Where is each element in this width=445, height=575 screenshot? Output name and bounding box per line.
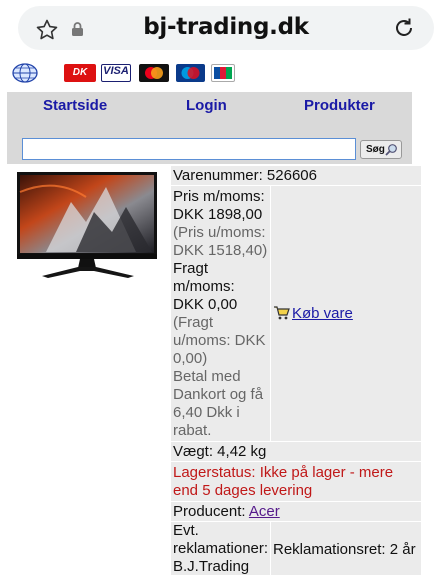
claims-label: Evt. reklamationer: B.J.Trading (170, 521, 271, 575)
visa-logo: VISA (101, 64, 131, 82)
stock-status: Lagerstatus: Ikke på lager - mere end 5 … (170, 461, 422, 502)
weight: Vægt: 4,42 kg (170, 441, 422, 462)
price-value: DKK 1898,00 (173, 206, 263, 223)
company-globe-logo (12, 63, 38, 83)
price-ex-vat: (Pris u/moms: DKK 1518,40) (173, 224, 268, 259)
buy-cell: Køb vare (270, 185, 422, 442)
nav-home-link[interactable]: Startside (43, 97, 107, 114)
table-row: Producent: Acer (170, 501, 422, 522)
dankort-discount-note: Betal med Dankort og få 6,40 Dkk i rabat… (173, 368, 264, 439)
table-row: Varenummer: 526606 (170, 165, 422, 186)
nav-products-link[interactable]: Produkter (304, 97, 375, 114)
table-row: Lagerstatus: Ikke på lager - mere end 5 … (170, 461, 422, 502)
shopping-cart-icon (274, 305, 290, 319)
table-row: Vægt: 4,42 kg (170, 441, 422, 462)
nav-login-link[interactable]: Login (186, 97, 227, 114)
price-label: Pris m/moms: (173, 188, 265, 205)
url-text: bj-trading.dk (143, 14, 309, 40)
producer-label: Producent: (173, 502, 246, 520)
claims-value: Reklamationsret: 2 år (270, 521, 422, 575)
producer-link[interactable]: Acer (249, 503, 280, 520)
search-icon (385, 144, 397, 156)
price-cell: Pris m/moms: DKK 1898,00 (Pris u/moms: D… (170, 185, 271, 442)
item-number: Varenummer: 526606 (170, 165, 422, 186)
shipping-ex-vat: (Fragt u/moms: DKK 0,00) (173, 314, 266, 367)
browser-address-bar[interactable]: bj-trading.dk (18, 6, 434, 50)
mastercard-logo (139, 64, 169, 82)
maestro-logo (176, 64, 205, 82)
table-row: Pris m/moms: DKK 1898,00 (Pris u/moms: D… (170, 185, 422, 442)
producer-cell: Producent: Acer (170, 501, 422, 522)
shipping-value: DKK 0,00 (173, 296, 238, 313)
jcb-logo (211, 64, 235, 82)
search-input[interactable] (22, 138, 356, 160)
shipping-label: Fragt m/moms: (173, 260, 235, 295)
main-navigation: Startside Login Produkter Søg (7, 92, 412, 164)
table-row: Evt. reklamationer: B.J.Trading Reklamat… (170, 521, 422, 575)
dankort-logo: DK (64, 64, 96, 82)
buy-button[interactable]: Køb vare (273, 305, 353, 322)
product-details-table: Varenummer: 526606 Pris m/moms: DKK 1898… (170, 165, 422, 575)
search-button[interactable]: Søg (360, 140, 402, 159)
reload-icon[interactable] (392, 16, 416, 40)
product-image-monitor (17, 172, 157, 278)
